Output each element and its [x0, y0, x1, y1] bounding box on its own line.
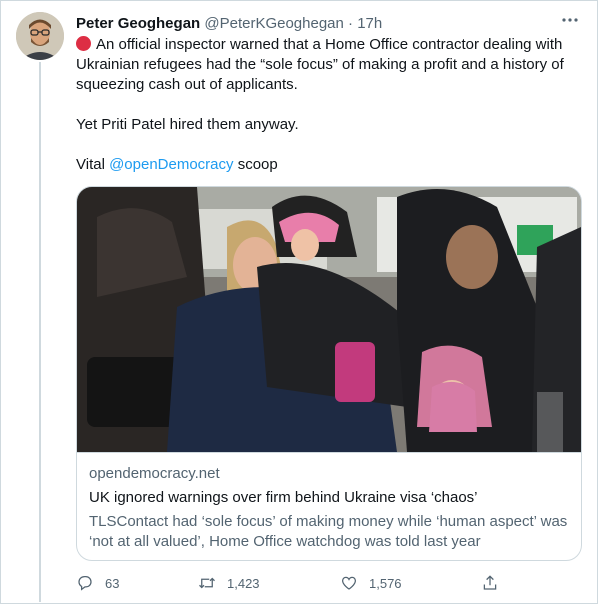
reply-count: 63 [105, 575, 120, 591]
retweet-count: 1,423 [227, 575, 260, 591]
like-button[interactable]: 1,576 [340, 572, 402, 594]
tweet-header: Peter Geoghegan @PeterKGeoghegan · 17h [76, 14, 582, 34]
like-count: 1,576 [369, 575, 402, 591]
reply-icon [78, 575, 92, 591]
avatar-portrait [16, 12, 64, 60]
tweet-paragraph-2: Yet Priti Patel hired them anyway. [76, 115, 584, 135]
tweet-line-3-prefix: Vital [76, 156, 110, 173]
card-domain: opendemocracy.net [89, 465, 220, 482]
mention-link[interactable]: @openDemocracy [109, 156, 233, 173]
author-name[interactable]: Peter Geoghegan [76, 15, 200, 32]
card-photo [77, 187, 581, 452]
card-title[interactable]: UK ignored warnings over firm behind Ukr… [89, 488, 569, 508]
more-dots-icon[interactable] [560, 12, 580, 32]
link-card[interactable]: opendemocracy.net UK ignored warnings ov… [76, 186, 582, 561]
heart-icon [341, 576, 357, 590]
reply-button[interactable]: 63 [76, 572, 119, 594]
tweet-text: An official inspector warned that a Home… [76, 35, 584, 175]
card-image[interactable] [77, 187, 581, 453]
avatar[interactable] [16, 12, 64, 60]
author-handle[interactable]: @PeterKGeoghegan [204, 15, 344, 32]
thread-line [39, 62, 41, 602]
meta-separator: · [348, 15, 354, 32]
action-bar: 63 1,423 1,576 [76, 572, 506, 594]
tweet-paragraph-3: Vital @openDemocracy scoop [76, 155, 584, 175]
tweet-line-2: Yet Priti Patel hired them anyway. [76, 116, 299, 133]
red-circle-emoji [76, 36, 91, 51]
card-description: TLSContact had ‘sole focus’ of making mo… [89, 513, 568, 550]
retweet-button[interactable]: 1,423 [198, 572, 260, 594]
share-button[interactable] [481, 572, 499, 594]
tweet-time[interactable]: 17h [357, 15, 382, 32]
tweet-paragraph-1: An official inspector warned that a Home… [76, 35, 584, 95]
retweet-icon [199, 577, 215, 589]
tweet-line-3-suffix: scoop [233, 156, 278, 173]
share-icon [483, 575, 497, 590]
tweet-line-1: An official inspector warned that a Home… [76, 36, 564, 93]
card-text: opendemocracy.net UK ignored warnings ov… [89, 464, 569, 552]
